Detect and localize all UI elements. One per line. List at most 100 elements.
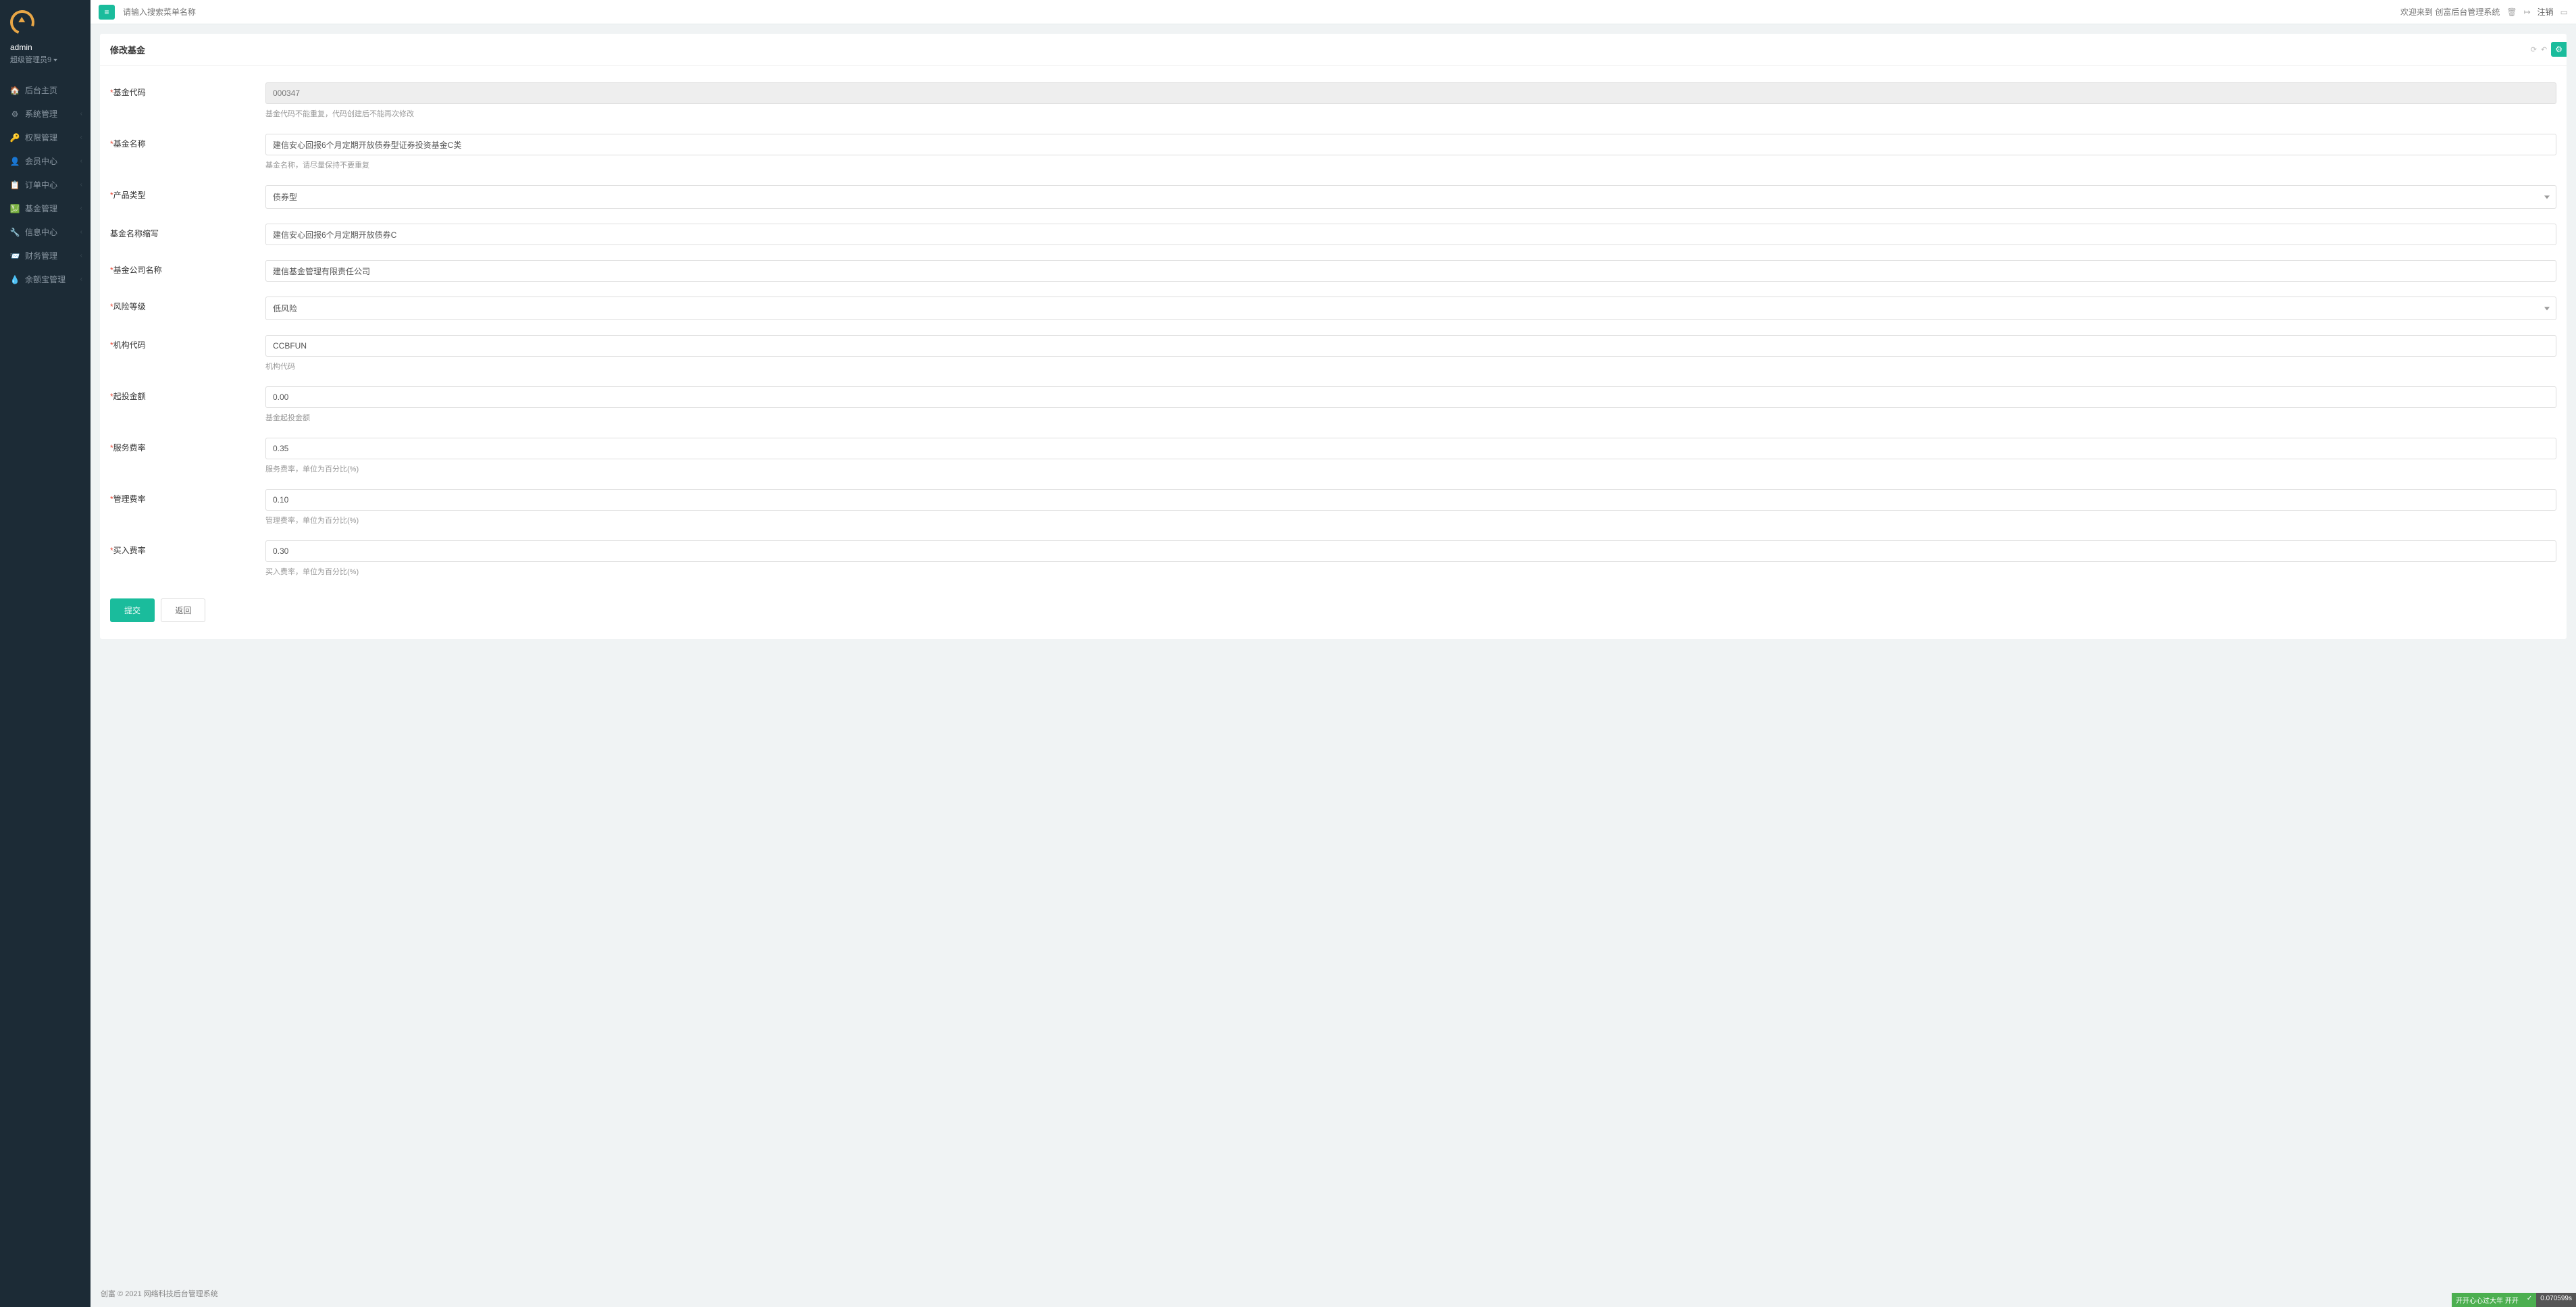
nav-item-finance[interactable]: 📨 财务管理 ‹: [0, 244, 91, 267]
wrench-icon: 🔧: [10, 228, 20, 237]
label-org-code: 机构代码: [113, 340, 146, 350]
help-service-fee: 服务费率，单位为百分比(%): [265, 463, 2556, 474]
logout-icon[interactable]: ↦: [2524, 7, 2531, 17]
help-start-amount: 基金起投金额: [265, 412, 2556, 423]
footer: 创富 © 2021 网络科技后台管理系统: [91, 1280, 2576, 1307]
nav-label: 信息中心: [25, 226, 57, 238]
sidebar: admin 超级管理员9 🏠 后台主页 ⚙ 系统管理 ‹ 🔑 权限管理 ‹ 👤 …: [0, 0, 91, 1307]
input-short-name[interactable]: [265, 224, 2556, 245]
back-button[interactable]: 返回: [161, 598, 205, 622]
badge-text: 开开心心过大年 开开: [2452, 1293, 2523, 1307]
panel-tools: ⟳ ↶ ⚙: [2531, 42, 2556, 57]
nav-item-yuebao[interactable]: 💧 余额宝管理 ‹: [0, 267, 91, 291]
nav-label: 余额宝管理: [25, 274, 66, 285]
panel: 修改基金 ⟳ ↶ ⚙ *基金代码 基金代码不能重复，代码创建后不能再次修改 *基…: [100, 34, 2567, 639]
logo: [10, 10, 37, 37]
submit-button[interactable]: 提交: [110, 598, 155, 622]
input-company[interactable]: [265, 260, 2556, 282]
input-fund-name[interactable]: [265, 134, 2556, 155]
label-risk-level: 风险等级: [113, 302, 146, 311]
home-icon: 🏠: [10, 86, 20, 95]
search-input[interactable]: [123, 7, 258, 17]
nav-label: 系统管理: [25, 108, 57, 120]
hamburger-icon: ≡: [104, 8, 109, 16]
label-fund-name: 基金名称: [113, 139, 146, 149]
perf-badge: 开开心心过大年 开开 ✓ 0.070599s: [2452, 1293, 2576, 1307]
row-company: *基金公司名称: [110, 260, 2556, 282]
label-short-name: 基金名称缩写: [110, 229, 159, 238]
username: admin: [10, 43, 80, 52]
reply-icon[interactable]: ↶: [2541, 45, 2547, 54]
hamburger-button[interactable]: ≡: [99, 5, 115, 20]
nav-item-permission[interactable]: 🔑 权限管理 ‹: [0, 126, 91, 149]
chevron-left-icon: ‹: [80, 110, 82, 118]
key-icon: 🔑: [10, 133, 20, 143]
nav-label: 会员中心: [25, 155, 57, 167]
label-service-fee: 服务费率: [113, 443, 146, 453]
chevron-left-icon: ‹: [80, 157, 82, 165]
label-start-amount: 起投金额: [113, 392, 146, 401]
row-fund-name: *基金名称 基金名称，请尽量保持不要重复: [110, 134, 2556, 170]
panel-title: 修改基金: [110, 43, 145, 56]
config-icon[interactable]: ⚙: [2551, 42, 2567, 57]
content: 修改基金 ⟳ ↶ ⚙ *基金代码 基金代码不能重复，代码创建后不能再次修改 *基…: [91, 24, 2576, 1280]
sidebar-header: admin 超级管理员9: [0, 0, 91, 75]
drop-icon: 💧: [10, 275, 20, 284]
row-mgmt-fee: *管理费率 管理费率，单位为百分比(%): [110, 489, 2556, 526]
input-fund-code: [265, 82, 2556, 104]
nav-label: 财务管理: [25, 250, 57, 261]
chevron-left-icon: ‹: [80, 228, 82, 236]
badge-check-icon: ✓: [2523, 1293, 2536, 1307]
select-product-type[interactable]: 债券型: [265, 185, 2556, 209]
help-fund-name: 基金名称，请尽量保持不要重复: [265, 159, 2556, 170]
nav-item-fund[interactable]: 💹 基金管理 ‹: [0, 197, 91, 220]
row-buy-fee: *买入费率 买入费率，单位为百分比(%): [110, 540, 2556, 577]
select-risk-level[interactable]: 低风险: [265, 297, 2556, 320]
nav: 🏠 后台主页 ⚙ 系统管理 ‹ 🔑 权限管理 ‹ 👤 会员中心 ‹ 📋 订单中心…: [0, 78, 91, 291]
label-buy-fee: 买入费率: [113, 546, 146, 555]
trash-icon[interactable]: 🗑: [2506, 7, 2517, 17]
chevron-left-icon: ‹: [80, 181, 82, 188]
nav-item-order[interactable]: 📋 订单中心 ‹: [0, 173, 91, 197]
label-product-type: 产品类型: [113, 190, 146, 200]
gear-icon: ⚙: [10, 109, 20, 119]
nav-label: 基金管理: [25, 203, 57, 214]
help-mgmt-fee: 管理费率，单位为百分比(%): [265, 515, 2556, 526]
main: ≡ 欢迎来到 创富后台管理系统 🗑 ↦ 注销 ▭ 修改基金 ⟳ ↶ ⚙ *基金代: [91, 0, 2576, 1307]
welcome-text: 欢迎来到 创富后台管理系统: [2400, 6, 2500, 18]
nav-label: 后台主页: [25, 84, 57, 96]
logout-link[interactable]: 注销: [2538, 6, 2554, 18]
chevron-left-icon: ‹: [80, 276, 82, 283]
help-org-code: 机构代码: [265, 361, 2556, 371]
topbar: ≡ 欢迎来到 创富后台管理系统 🗑 ↦ 注销 ▭: [91, 0, 2576, 24]
input-service-fee[interactable]: [265, 438, 2556, 459]
label-company: 基金公司名称: [113, 265, 162, 275]
panel-head: 修改基金 ⟳ ↶ ⚙: [100, 34, 2567, 66]
expand-icon[interactable]: ▭: [2560, 7, 2568, 17]
row-fund-code: *基金代码 基金代码不能重复，代码创建后不能再次修改: [110, 82, 2556, 119]
row-product-type: *产品类型 债券型: [110, 185, 2556, 209]
input-org-code[interactable]: [265, 335, 2556, 357]
input-start-amount[interactable]: [265, 386, 2556, 408]
label-mgmt-fee: 管理费率: [113, 494, 146, 504]
mail-icon: 📨: [10, 251, 20, 261]
help-fund-code: 基金代码不能重复，代码创建后不能再次修改: [265, 108, 2556, 119]
label-fund-code: 基金代码: [113, 88, 146, 97]
help-buy-fee: 买入费率，单位为百分比(%): [265, 566, 2556, 577]
row-start-amount: *起投金额 基金起投金额: [110, 386, 2556, 423]
nav-item-member[interactable]: 👤 会员中心 ‹: [0, 149, 91, 173]
nav-item-home[interactable]: 🏠 后台主页: [0, 78, 91, 102]
chevron-left-icon: ‹: [80, 252, 82, 259]
row-org-code: *机构代码 机构代码: [110, 335, 2556, 371]
input-mgmt-fee[interactable]: [265, 489, 2556, 511]
chart-icon: 💹: [10, 204, 20, 213]
form-actions: 提交 返回: [110, 592, 2556, 629]
panel-body: *基金代码 基金代码不能重复，代码创建后不能再次修改 *基金名称 基金名称，请尽…: [100, 66, 2567, 639]
user-role-dropdown[interactable]: 超级管理员9: [10, 54, 80, 65]
nav-item-system[interactable]: ⚙ 系统管理 ‹: [0, 102, 91, 126]
input-buy-fee[interactable]: [265, 540, 2556, 562]
nav-item-info[interactable]: 🔧 信息中心 ‹: [0, 220, 91, 244]
list-icon: 📋: [10, 180, 20, 190]
row-risk-level: *风险等级 低风险: [110, 297, 2556, 320]
refresh-icon[interactable]: ⟳: [2531, 45, 2537, 54]
